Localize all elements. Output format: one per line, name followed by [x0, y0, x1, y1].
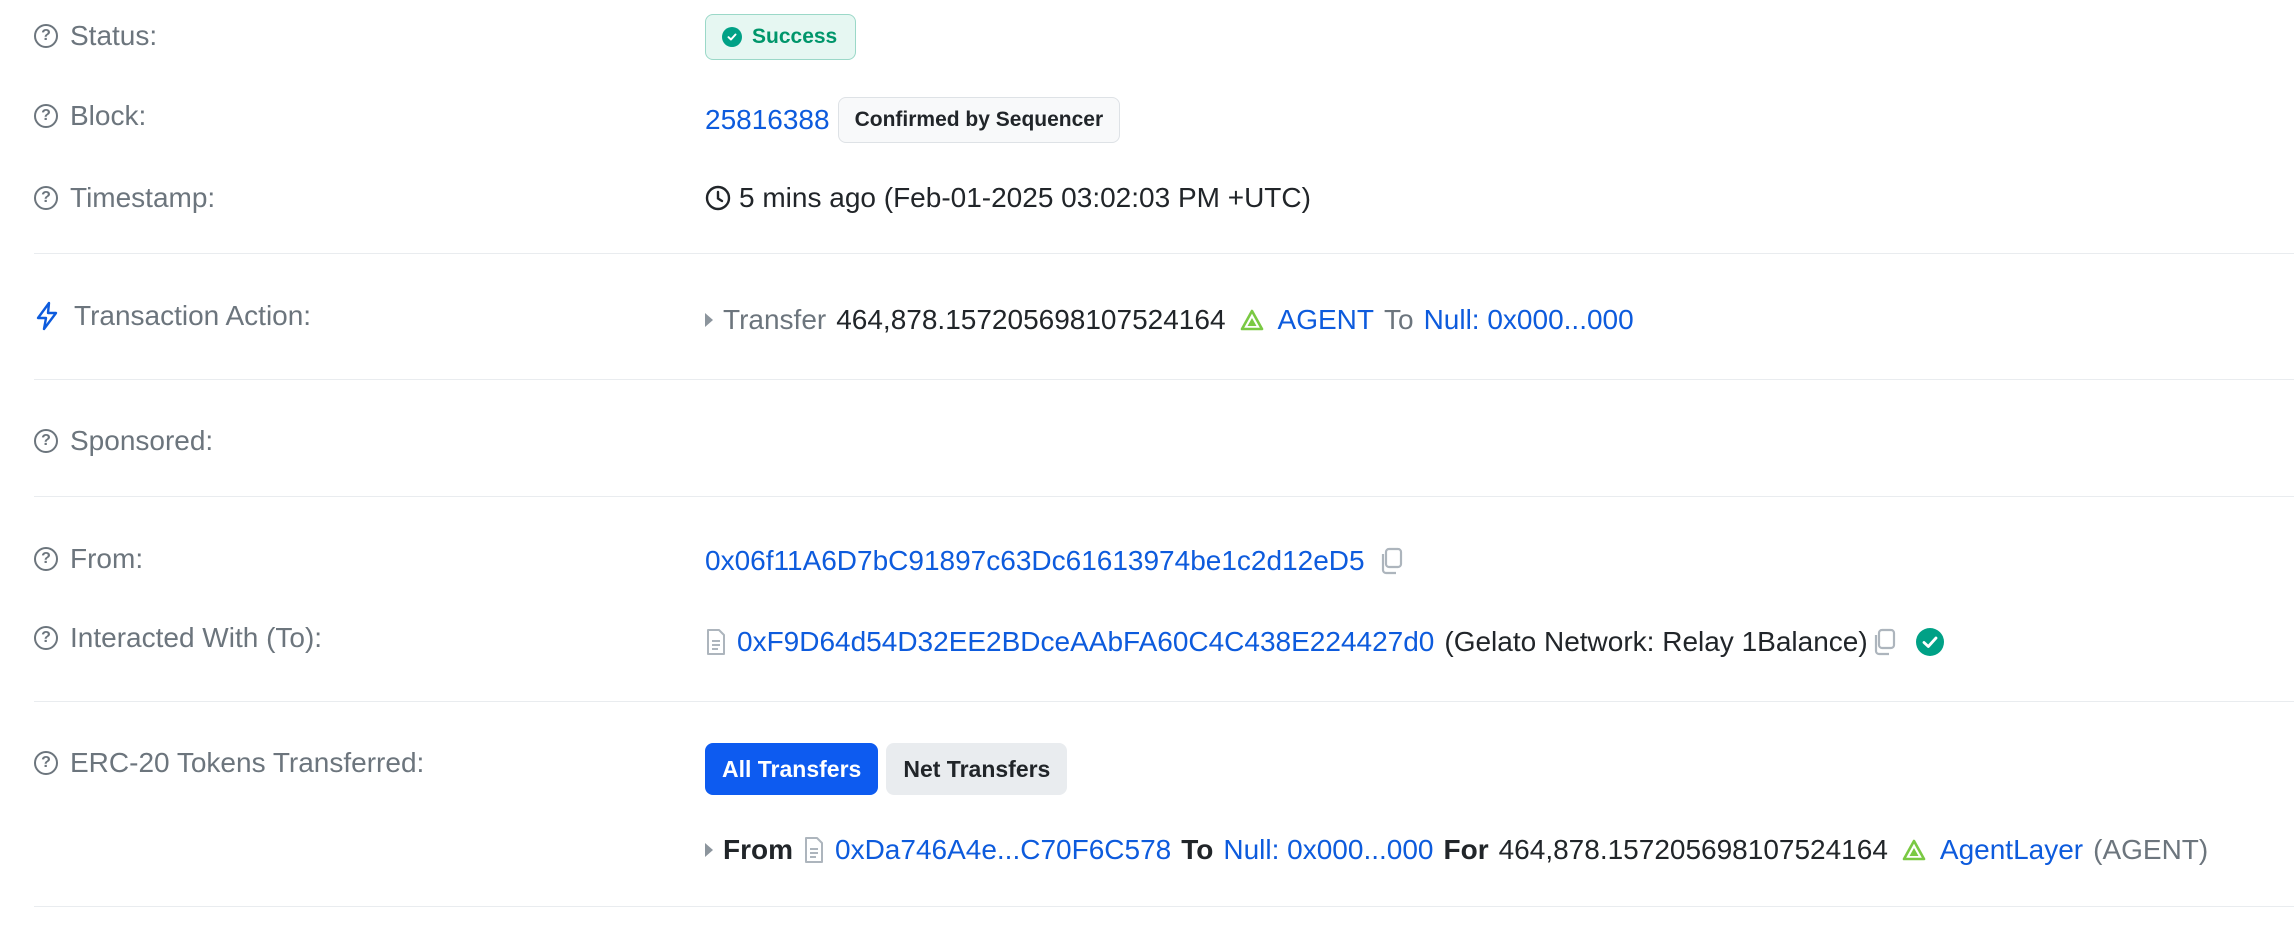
transfer-for-word: For: [1443, 834, 1489, 865]
timestamp-text: 5 mins ago (Feb-01-2025 03:02:03 PM +UTC…: [739, 182, 1311, 213]
divider: [34, 496, 2294, 497]
agent-token-icon: [1902, 839, 1926, 861]
from-label: From:: [70, 543, 144, 574]
from-address-link[interactable]: 0x06f11A6D7bC91897c63Dc61613974be1c2d12e…: [705, 545, 1365, 577]
clock-icon: [705, 185, 731, 211]
erc20-tabs: All Transfers Net Transfers: [705, 743, 1068, 795]
interacted-label: Interacted With (To):: [70, 622, 323, 653]
interacted-value: 0xF9D64d54D32EE2BDceAAbFA60C4C438E224427…: [705, 626, 1944, 658]
action-verb: Transfer: [723, 304, 827, 335]
check-circle-icon: [722, 27, 742, 47]
copy-icon[interactable]: [1379, 547, 1403, 575]
action-to-word: To: [1383, 304, 1414, 335]
action-label: Transaction Action:: [74, 300, 312, 331]
sponsored-label: Sponsored:: [70, 425, 214, 456]
tab-all-transfers[interactable]: All Transfers: [705, 743, 879, 795]
action-to-address-link[interactable]: Null: 0x000...000: [1424, 304, 1634, 336]
caret-right-icon[interactable]: [705, 313, 713, 327]
block-label-group: ? Block:: [34, 100, 146, 132]
block-label: Block:: [70, 100, 147, 131]
caret-right-icon[interactable]: [705, 843, 713, 857]
divider: [34, 906, 2294, 907]
question-circle-icon[interactable]: ?: [34, 751, 58, 775]
status-label-group: ? Status:: [34, 20, 157, 52]
status-value: Success: [705, 14, 857, 60]
transfer-to-address-link[interactable]: Null: 0x000...000: [1223, 834, 1433, 866]
erc20-transfer-line: From 0xDa746A4e...C70F6C578 To Null: 0x0…: [705, 834, 2208, 866]
sponsored-label-group: ? Sponsored:: [34, 425, 213, 457]
copy-icon[interactable]: [1872, 628, 1896, 656]
timestamp-label-group: ? Timestamp:: [34, 182, 215, 214]
transfer-amount: 464,878.157205698107524164: [1498, 834, 1888, 865]
action-value: Transfer 464,878.157205698107524164 AGEN…: [705, 304, 1634, 336]
block-value: 25816388 Confirmed by Sequencer: [705, 97, 1121, 143]
sequencer-badge: Confirmed by Sequencer: [837, 97, 1121, 143]
transfer-token-symbol: (AGENT): [2093, 834, 2209, 865]
action-token-link[interactable]: AGENT: [1278, 304, 1374, 336]
from-label-group: ? From:: [34, 543, 143, 575]
tab-net-transfers[interactable]: Net Transfers: [886, 743, 1068, 795]
contract-document-icon: [705, 628, 727, 656]
timestamp-value: 5 mins ago (Feb-01-2025 03:02:03 PM +UTC…: [705, 182, 1311, 214]
transfer-from-address-link[interactable]: 0xDa746A4e...C70F6C578: [835, 834, 1171, 866]
divider: [34, 253, 2294, 254]
question-circle-icon[interactable]: ?: [34, 429, 58, 453]
interacted-address-link[interactable]: 0xF9D64d54D32EE2BDceAAbFA60C4C438E224427…: [737, 626, 1434, 658]
divider: [34, 379, 2294, 380]
agent-token-icon: [1240, 309, 1264, 331]
verified-check-icon: [1915, 628, 1944, 656]
from-value: 0x06f11A6D7bC91897c63Dc61613974be1c2d12e…: [705, 545, 1403, 577]
transfer-token-link[interactable]: AgentLayer: [1940, 834, 2083, 866]
status-label: Status:: [70, 20, 158, 51]
erc20-label: ERC-20 Tokens Transferred:: [70, 747, 425, 778]
contract-document-icon: [803, 836, 825, 864]
question-circle-icon[interactable]: ?: [34, 24, 58, 48]
divider: [34, 701, 2294, 702]
timestamp-label: Timestamp:: [70, 182, 216, 213]
block-number-link[interactable]: 25816388: [705, 104, 830, 136]
question-circle-icon[interactable]: ?: [34, 547, 58, 571]
question-circle-icon[interactable]: ?: [34, 186, 58, 210]
transfer-from-word: From: [723, 834, 793, 865]
question-circle-icon[interactable]: ?: [34, 626, 58, 650]
lightning-icon: [34, 301, 60, 331]
transfer-to-word: To: [1181, 834, 1214, 865]
status-badge: Success: [705, 14, 857, 60]
erc20-label-group: ? ERC-20 Tokens Transferred:: [34, 747, 424, 779]
action-amount: 464,878.157205698107524164: [836, 304, 1226, 335]
status-badge-text: Success: [752, 25, 838, 48]
interacted-name: (Gelato Network: Relay 1Balance): [1444, 626, 1868, 657]
interacted-label-group: ? Interacted With (To):: [34, 622, 322, 654]
action-label-group: Transaction Action:: [34, 300, 311, 332]
question-circle-icon[interactable]: ?: [34, 104, 58, 128]
